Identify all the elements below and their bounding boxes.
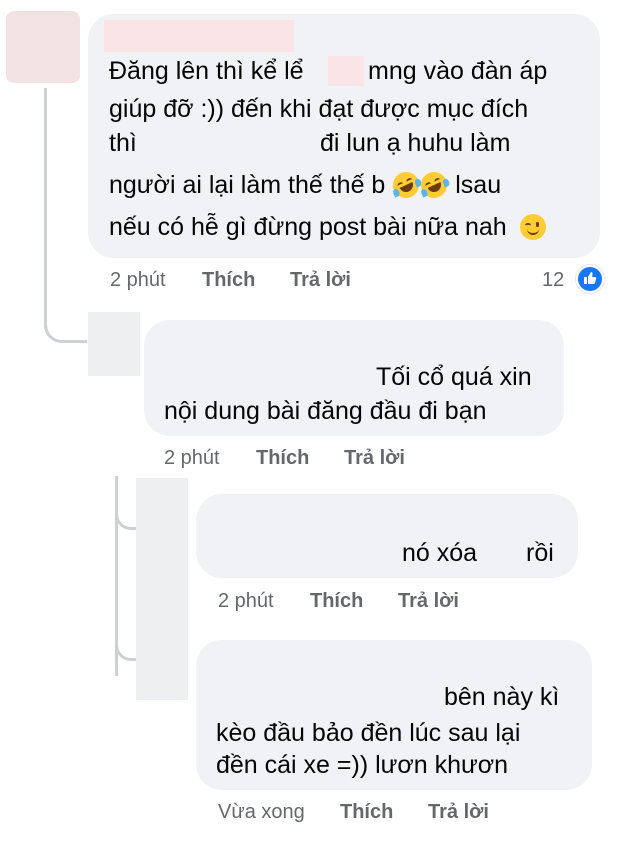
reply-text-line: kèo đầu bảo đền lúc sau lại [216, 719, 521, 747]
comment-text-line: giúp đỡ :)) đến khi đạt được mục đích [109, 95, 529, 123]
thumbs-up-icon [584, 272, 597, 284]
avatar[interactable] [136, 478, 188, 700]
reply-bubble[interactable]: Tối cổ quá xin nội dung bài đăng đầu đi … [144, 320, 564, 436]
rofl-emoji-icon [389, 167, 424, 203]
comment-text-line: đi lun ạ huhu làm [320, 129, 511, 157]
like-button[interactable]: Thích [202, 268, 255, 292]
like-button[interactable]: Thích [310, 589, 363, 613]
reply-bubble[interactable]: nó xóa rồi [196, 494, 578, 578]
reply-button[interactable]: Trả lời [290, 268, 351, 292]
thread-line-main [44, 88, 47, 328]
reply-text-line: Tối cổ quá xin [376, 363, 532, 391]
comment-text-line: người ai lại làm thế thế b lsau [109, 167, 502, 203]
thread-line-main-curve [44, 310, 87, 343]
wink-emoji-icon [519, 214, 546, 240]
reply-text-line: bên này kì [444, 683, 560, 711]
reply-time[interactable]: 2 phút [164, 446, 220, 470]
reply-text-segment: rồi [526, 539, 554, 567]
like-button[interactable]: Thích [256, 446, 309, 470]
like-button[interactable]: Thích [340, 800, 393, 824]
like-icon[interactable] [576, 265, 604, 293]
comment-text-line: Đăng lên thì kể lể [109, 57, 304, 85]
reply-button[interactable]: Trả lời [398, 589, 459, 613]
reply-button[interactable]: Trả lời [428, 800, 489, 824]
comment-text-segment: nếu có hễ gì đừng post bài nữa nah [109, 213, 507, 241]
reply-time[interactable]: 2 phút [218, 589, 274, 613]
comment-text-segment: lsau [455, 171, 502, 199]
reaction-count[interactable]: 12 [542, 268, 564, 292]
reply-bubble[interactable]: bên này kì kèo đầu bảo đền lúc sau lại đ… [196, 640, 592, 790]
comment-text-line: mng vào đàn áp [368, 57, 548, 85]
text-redacted [328, 56, 364, 86]
reply-button[interactable]: Trả lời [344, 446, 405, 470]
reply-text-line: đền cái xe =)) lươn khươn [216, 751, 509, 779]
rofl-emoji-icon [417, 167, 452, 203]
comment-bubble[interactable]: Đăng lên thì kể lể mng vào đàn áp giúp đ… [88, 14, 600, 258]
avatar[interactable] [88, 312, 140, 376]
comment-time[interactable]: 2 phút [110, 268, 166, 292]
reply-text-segment: nó xóa [402, 539, 478, 567]
reply-text-line: nội dung bài đăng đầu đi bạn [164, 397, 487, 425]
avatar[interactable] [6, 11, 80, 83]
comment-text-segment: người ai lại làm thế thế b [109, 171, 386, 199]
comment-text-line: thì [109, 129, 137, 157]
reply-time[interactable]: Vừa xong [218, 800, 305, 824]
author-name-redacted [104, 20, 294, 52]
comment-text-line: nếu có hễ gì đừng post bài nữa nah [109, 212, 547, 242]
